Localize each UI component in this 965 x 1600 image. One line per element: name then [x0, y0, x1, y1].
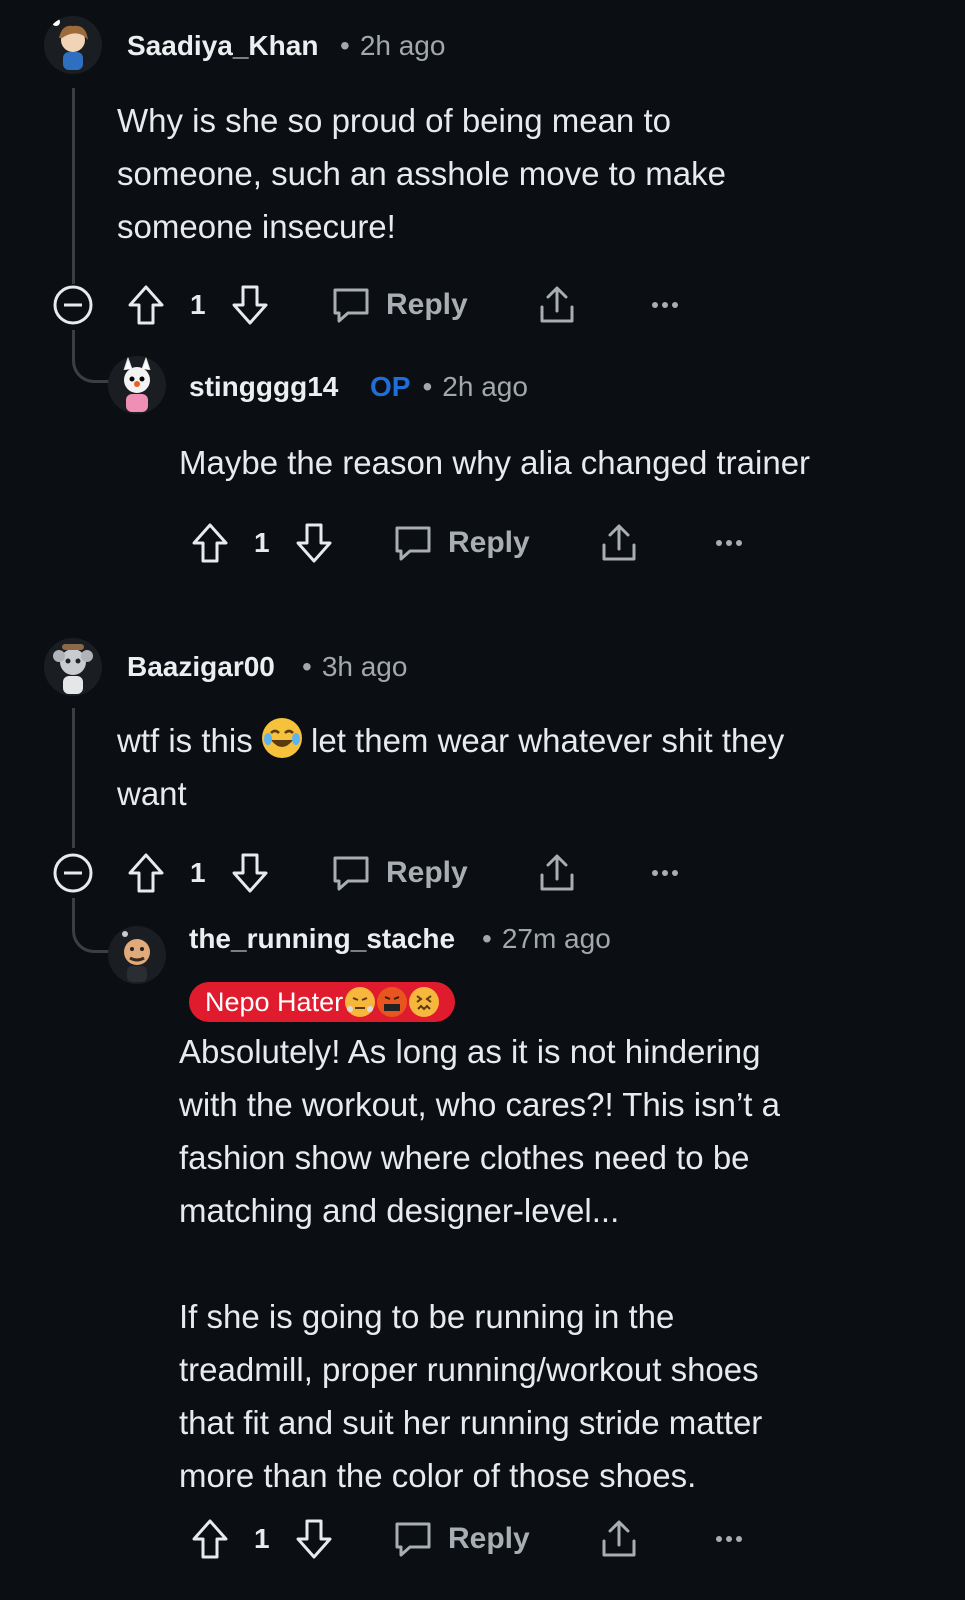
op-badge: OP	[370, 371, 411, 402]
downvote-icon	[232, 853, 268, 893]
collapse-icon	[53, 285, 93, 325]
share-button[interactable]	[598, 1514, 640, 1564]
downvote-icon	[296, 523, 332, 563]
vote-count: 1	[190, 289, 206, 320]
thread-line	[72, 708, 75, 848]
downvote-button[interactable]	[294, 518, 334, 568]
downvote-button[interactable]	[230, 280, 270, 330]
comment-meta: OP • 2h ago	[370, 371, 528, 402]
share-button[interactable]	[598, 518, 640, 568]
collapse-button[interactable]	[52, 848, 94, 898]
reply-label: Reply	[386, 856, 468, 889]
upvote-button[interactable]	[190, 1514, 230, 1564]
share-icon	[602, 524, 636, 561]
downvote-icon	[232, 285, 268, 325]
comment-body: Why is she so proud of being mean to som…	[117, 102, 727, 245]
downvote-icon	[296, 1519, 332, 1559]
more-options-button[interactable]	[714, 518, 744, 568]
comment-actions: 1 Reply	[190, 518, 750, 568]
vote-count: 1	[254, 1523, 270, 1554]
face-with-steam-icon	[345, 987, 376, 1017]
more-options-icon	[716, 540, 742, 546]
face-with-symbols-icon	[377, 987, 408, 1017]
upvote-button[interactable]	[126, 848, 166, 898]
share-button[interactable]	[536, 848, 578, 898]
avatar[interactable]	[44, 16, 102, 74]
comment-bubble-icon	[333, 856, 369, 891]
confounded-face-icon	[409, 987, 440, 1017]
downvote-button[interactable]	[294, 1514, 334, 1564]
vote-count: 1	[190, 857, 206, 888]
avatar[interactable]	[108, 356, 166, 414]
more-options-button[interactable]	[714, 1514, 744, 1564]
comment-timestamp: • 2h ago	[340, 30, 446, 61]
collapse-button[interactable]	[52, 280, 94, 330]
comment-bubble-icon	[395, 1522, 431, 1557]
avatar[interactable]	[44, 638, 102, 696]
comment-author[interactable]: stingggg14	[189, 371, 338, 403]
upvote-button[interactable]	[126, 280, 166, 330]
upvote-icon	[192, 1519, 228, 1559]
comment-bubble-icon	[395, 526, 431, 561]
comment-body: wtf is this let them wear whatever shit …	[117, 714, 784, 820]
thread-line	[72, 88, 75, 284]
comment-author[interactable]: Saadiya_Khan	[127, 30, 318, 62]
share-icon	[540, 854, 574, 891]
more-options-button[interactable]	[650, 848, 680, 898]
reply-button[interactable]: Reply	[392, 1514, 530, 1564]
comment-actions: 1 Reply	[52, 280, 692, 330]
reply-button[interactable]: Reply	[392, 518, 530, 568]
comment-actions: 1 Reply	[52, 848, 692, 898]
upvote-icon	[192, 523, 228, 563]
comment-bubble-icon	[333, 288, 369, 323]
downvote-button[interactable]	[230, 848, 270, 898]
collapse-icon	[53, 853, 93, 893]
more-options-icon	[652, 302, 678, 308]
comment-actions: 1 Reply	[190, 1514, 750, 1564]
comment-timestamp: 2h ago	[442, 371, 528, 402]
comment-body: Absolutely! As long as it is not hinderi…	[179, 1033, 780, 1494]
laughing-emoji-icon	[261, 718, 302, 758]
upvote-icon	[128, 285, 164, 325]
comment-body: Maybe the reason why alia changed traine…	[179, 444, 811, 481]
upvote-button[interactable]	[190, 518, 230, 568]
reply-button[interactable]: Reply	[330, 280, 468, 330]
reply-label: Reply	[448, 1522, 530, 1555]
reply-button[interactable]: Reply	[330, 848, 468, 898]
user-flair: Nepo Hater	[189, 982, 456, 1022]
comment-timestamp: • 3h ago	[302, 651, 408, 682]
comment-timestamp: • 27m ago	[482, 923, 611, 954]
upvote-icon	[128, 853, 164, 893]
share-icon	[602, 1520, 636, 1557]
thread-connector	[72, 330, 109, 383]
avatar[interactable]	[108, 926, 166, 984]
share-icon	[540, 286, 574, 323]
share-button[interactable]	[536, 280, 578, 330]
more-options-icon	[652, 870, 678, 876]
comment-author[interactable]: Baazigar00	[127, 651, 275, 683]
more-options-button[interactable]	[650, 280, 680, 330]
vote-count: 1	[254, 527, 270, 558]
flair-label: Nepo Hater	[205, 986, 344, 1017]
reply-label: Reply	[448, 526, 530, 559]
more-options-icon	[716, 1536, 742, 1542]
thread-connector	[72, 898, 109, 953]
comment-author[interactable]: the_running_stache	[189, 923, 455, 955]
reply-label: Reply	[386, 288, 468, 321]
